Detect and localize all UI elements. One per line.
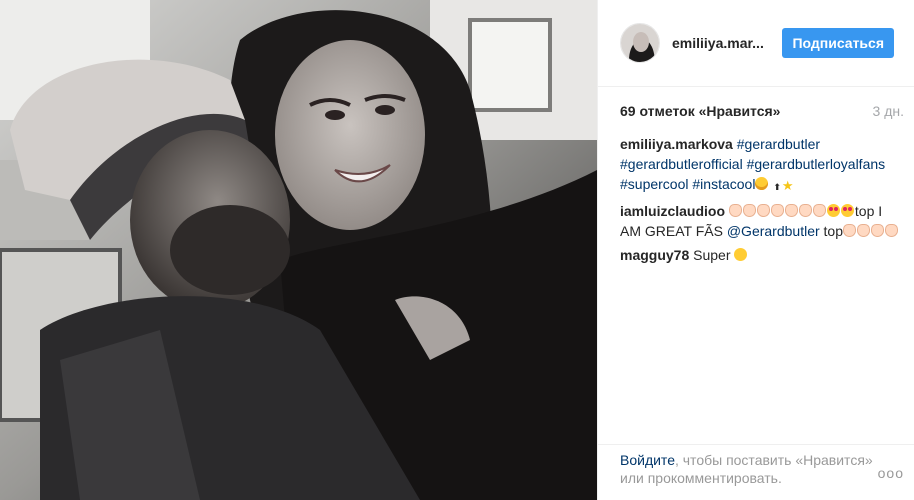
list-item: magguy78 Super (620, 245, 900, 265)
post-side-panel: emiliiya.mar... Подписаться 69 отметок «… (597, 0, 914, 500)
follow-button[interactable]: Подписаться (782, 28, 894, 58)
avatar[interactable] (620, 23, 660, 63)
sweat-smile-emoji (734, 248, 748, 261)
post-footer: Войдите, чтобы поставить «Нравится» или … (598, 444, 914, 500)
hashtag-link[interactable]: #supercool (620, 176, 689, 192)
clap-emoji (812, 204, 826, 217)
heart-eyes-emoji (826, 204, 840, 217)
clap-emoji (728, 204, 742, 217)
clap-emoji (857, 224, 871, 237)
comment-text: Super (693, 247, 731, 263)
clap-emoji (885, 224, 899, 237)
post-meta: 69 отметок «Нравится» 3 дн. (598, 87, 914, 134)
hashtag-link[interactable]: #gerardbutlerloyalfans (747, 156, 886, 172)
comments-list: emiliiya.markova #gerardbutler #gerardbu… (598, 134, 914, 265)
instagram-post: emiliiya.mar... Подписаться 69 отметок «… (0, 0, 914, 500)
avatar-image (621, 24, 659, 62)
hashtag-link[interactable]: #instacool (692, 176, 755, 192)
likes-count[interactable]: 69 отметок «Нравится» (620, 103, 780, 119)
comment-text: top (823, 223, 844, 239)
username-link[interactable]: emiliiya.mar... (672, 35, 782, 51)
post-photo[interactable] (0, 0, 597, 500)
list-item: iamluizclaudioo top I AM GREAT FÃS @Gera… (620, 201, 900, 241)
caption-comment: emiliiya.markova #gerardbutler #gerardbu… (620, 134, 900, 197)
mention-link[interactable]: @Gerardbutler (727, 223, 820, 239)
comment-author[interactable]: magguy78 (620, 247, 689, 263)
login-link[interactable]: Войдите (620, 452, 675, 468)
hashtag-link[interactable]: #gerardbutlerofficial (620, 156, 743, 172)
clap-emoji (843, 224, 857, 237)
login-prompt: Войдите, чтобы поставить «Нравится» или … (620, 451, 874, 500)
grin-emoji (755, 177, 769, 190)
post-header: emiliiya.mar... Подписаться (598, 0, 914, 87)
clap-emoji (798, 204, 812, 217)
clap-emoji (742, 204, 756, 217)
top-emoji: ⬆ (773, 182, 781, 192)
post-time[interactable]: 3 дн. (873, 103, 904, 119)
hashtag-link[interactable]: #gerardbutler (737, 136, 820, 152)
clap-emoji (784, 204, 798, 217)
more-options-icon[interactable]: ooo (874, 451, 904, 500)
heart-eyes-emoji (840, 204, 854, 217)
clap-emoji (770, 204, 784, 217)
clap-emoji (871, 224, 885, 237)
comment-author[interactable]: iamluizclaudioo (620, 203, 725, 219)
clap-emoji (756, 204, 770, 217)
star-emoji: ★ (781, 178, 794, 193)
comment-author[interactable]: emiliiya.markova (620, 136, 733, 152)
